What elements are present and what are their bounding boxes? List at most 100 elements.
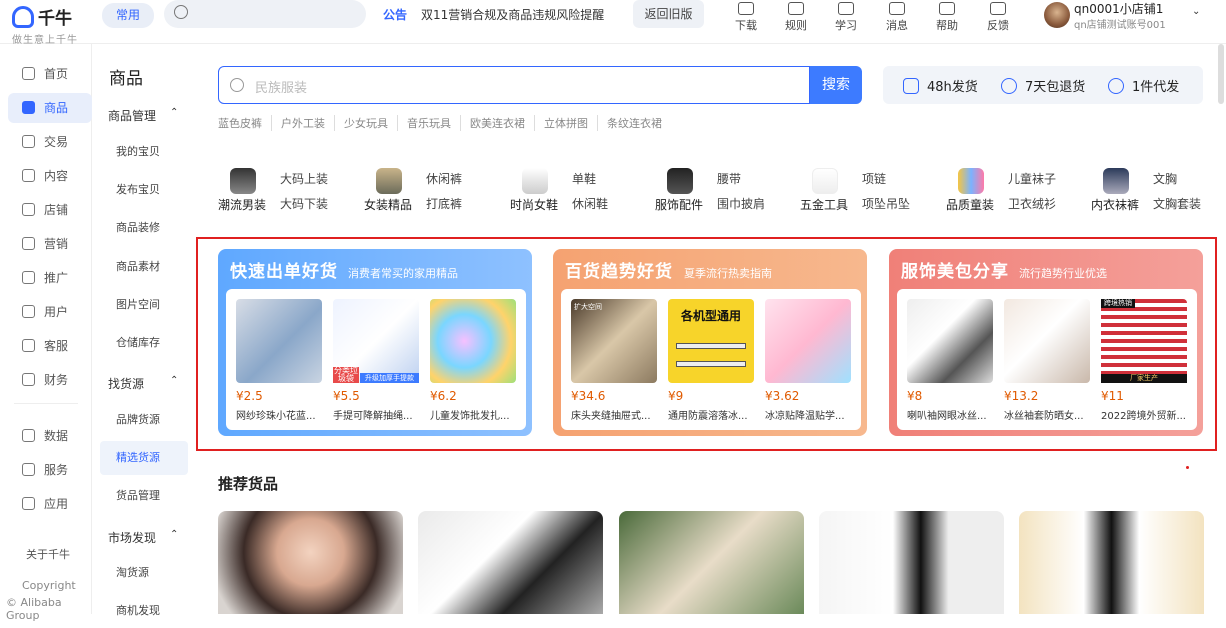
sub-group-goods-manage[interactable]: 商品管理 ⌃ (108, 107, 178, 124)
product-card[interactable]: 扩大空间 ¥34.6 床头夹缝抽屉式... (571, 299, 657, 422)
return-old-version-button[interactable]: 返回旧版 (633, 0, 704, 28)
nav-item-user[interactable]: 用户 (8, 297, 92, 327)
category-main[interactable]: 品质童装 (946, 196, 994, 213)
category-sub[interactable]: 项链 (862, 170, 886, 187)
category-main[interactable]: 服饰配件 (655, 196, 703, 213)
category-sub[interactable]: 文胸 (1153, 170, 1177, 187)
category-men[interactable]: 潮流男装 大码上装 大码下装 (218, 162, 353, 218)
hot-word[interactable]: 立体拼图 (535, 115, 598, 131)
nav-item-content[interactable]: 内容 (8, 161, 92, 191)
product-card[interactable]: 跨境热销 厂家生产 ¥11 2022跨境外贸新... (1101, 299, 1187, 422)
product-card[interactable]: 各机型通用 ¥9 通用防震溶落冰... (668, 299, 754, 422)
product-card[interactable]: ¥8 喇叭袖网眼冰丝... (907, 299, 993, 422)
sub-item-brand-source[interactable]: 品牌货源 (100, 403, 188, 437)
service-dropship[interactable]: 1件代发 (1108, 76, 1179, 95)
category-main[interactable]: 时尚女鞋 (510, 196, 558, 213)
nav-item-marketing[interactable]: 营销 (8, 229, 92, 259)
qianniu-logo[interactable]: 千牛 做生意上千牛 (12, 4, 92, 46)
nav-item-trade[interactable]: 交易 (8, 127, 92, 157)
category-kids[interactable]: 品质童装 儿童袜子 卫衣绒衫 (946, 162, 1081, 218)
sub-item-publish[interactable]: 发布宝贝 (100, 173, 188, 207)
category-main[interactable]: 五金工具 (800, 196, 848, 213)
tool-feedback[interactable]: 反馈 (978, 0, 1018, 40)
nav-item-shop[interactable]: 店铺 (8, 195, 92, 225)
hot-word[interactable]: 条纹连衣裙 (598, 115, 671, 131)
notice-link[interactable]: 双11营销合规及商品违规风险提醒 (421, 6, 604, 23)
category-underwear[interactable]: 内衣袜裤 文胸 文胸套装 (1091, 162, 1226, 218)
hot-word[interactable]: 少女玩具 (335, 115, 398, 131)
hot-word[interactable]: 音乐玩具 (398, 115, 461, 131)
category-sub[interactable]: 休闲裤 (426, 170, 462, 187)
promo-trending[interactable]: 百货趋势好货 夏季流行热卖指南 扩大空间 ¥34.6 床头夹缝抽屉式... 各机… (553, 249, 867, 436)
sub-item-selected-source[interactable]: 精选货源 (100, 441, 188, 475)
category-sub[interactable]: 大码下装 (280, 195, 328, 212)
category-sub[interactable]: 单鞋 (572, 170, 596, 187)
product-image (907, 299, 993, 383)
tool-help[interactable]: 帮助 (927, 0, 967, 40)
common-button[interactable]: 常用 (102, 3, 154, 28)
category-hardware[interactable]: 五金工具 项链 项坠吊坠 (800, 162, 935, 218)
nav-item-apps[interactable]: 应用 (8, 489, 92, 519)
tool-study[interactable]: 学习 (826, 0, 866, 40)
goods-search-input[interactable]: 民族服装 (218, 66, 810, 104)
hot-word[interactable]: 户外工装 (272, 115, 335, 131)
product-card[interactable]: ¥6.2 儿童发饰批发扎... (430, 299, 516, 422)
page-scrollbar[interactable] (1218, 44, 1224, 104)
product-card[interactable]: 分类垃圾袋 升级加厚手提款 ¥5.5 手提可降解抽绳... (333, 299, 419, 422)
sub-item-my-goods[interactable]: 我的宝贝 (100, 135, 188, 169)
recommend-product-card[interactable] (218, 511, 403, 614)
promo-fashion[interactable]: 服饰美包分享 流行趋势行业优选 ¥8 喇叭袖网眼冰丝... ¥13.2 冰丝袖套… (889, 249, 1203, 436)
category-sub[interactable]: 腰带 (717, 170, 741, 187)
recommend-product-card[interactable] (819, 511, 1004, 614)
nav-item-services[interactable]: 服务 (8, 455, 92, 485)
service-48h[interactable]: 48h发货 (903, 76, 978, 95)
category-sub[interactable]: 卫衣绒衫 (1008, 195, 1056, 212)
about-link[interactable]: 关于千牛 (26, 546, 70, 562)
category-shoes[interactable]: 时尚女鞋 单鞋 休闲鞋 (510, 162, 645, 218)
nav-item-finance[interactable]: 财务 (8, 365, 92, 395)
product-card[interactable]: ¥3.62 冰凉贴降温贴学... (765, 299, 851, 422)
nav-item-service[interactable]: 客服 (8, 331, 92, 361)
category-main[interactable]: 女装精品 (364, 196, 412, 213)
user-menu[interactable]: qn0001小店铺1 qn店铺测试账号001 ⌄ (1044, 0, 1214, 40)
tool-rules[interactable]: 规则 (776, 0, 816, 40)
sub-item-tao-source[interactable]: 淘货源 (100, 556, 188, 590)
category-sub[interactable]: 项坠吊坠 (862, 195, 910, 212)
category-sub[interactable]: 大码上装 (280, 170, 328, 187)
category-women[interactable]: 女装精品 休闲裤 打底裤 (364, 162, 499, 218)
recommend-product-card[interactable] (619, 511, 804, 614)
hot-word[interactable]: 蓝色皮裤 (218, 115, 272, 131)
sub-item-opportunity[interactable]: 商机发现 (100, 594, 188, 628)
category-sub[interactable]: 文胸套装 (1153, 195, 1201, 212)
product-card[interactable]: ¥13.2 冰丝袖套防晒女... (1004, 299, 1090, 422)
category-sub[interactable]: 休闲鞋 (572, 195, 608, 212)
nav-item-home[interactable]: 首页 (8, 59, 92, 89)
category-sub[interactable]: 打底裤 (426, 195, 462, 212)
tool-download[interactable]: 下载 (726, 0, 766, 40)
sub-item-inventory[interactable]: 仓储库存 (100, 326, 188, 360)
recommend-product-card[interactable] (1019, 511, 1204, 614)
category-main[interactable]: 潮流男装 (218, 196, 266, 213)
nav-item-data[interactable]: 数据 (8, 421, 92, 451)
promo-fast-selling[interactable]: 快速出单好货 消费者常买的家用精品 ¥2.5 网纱珍珠小花蓝... 分类垃圾袋 … (218, 249, 532, 436)
sub-group-find-source[interactable]: 找货源 ⌃ (108, 375, 178, 392)
sub-item-goods-manage[interactable]: 货品管理 (100, 479, 188, 513)
tool-message[interactable]: 消息 (877, 0, 917, 40)
search-button[interactable]: 搜索 (810, 66, 862, 104)
sub-group-market[interactable]: 市场发现 ⌃ (108, 529, 178, 546)
service-7day-return[interactable]: 7天包退货 (1001, 76, 1085, 95)
product-card[interactable]: ¥2.5 网纱珍珠小花蓝... (236, 299, 322, 422)
nav-item-promote[interactable]: 推广 (8, 263, 92, 293)
sub-item-materials[interactable]: 商品素材 (100, 250, 188, 284)
category-accessories[interactable]: 服饰配件 腰带 围巾披肩 (655, 162, 790, 218)
product-price: ¥2.5 (236, 389, 263, 403)
top-search-input[interactable] (164, 0, 366, 28)
category-main[interactable]: 内衣袜裤 (1091, 196, 1139, 213)
sub-item-image-space[interactable]: 图片空间 (100, 288, 188, 322)
sub-item-decoration[interactable]: 商品装修 (100, 211, 188, 245)
nav-item-goods[interactable]: 商品 (8, 93, 92, 123)
category-sub[interactable]: 儿童袜子 (1008, 170, 1056, 187)
hot-word[interactable]: 欧美连衣裙 (461, 115, 535, 131)
category-sub[interactable]: 围巾披肩 (717, 195, 765, 212)
recommend-product-card[interactable] (418, 511, 603, 614)
